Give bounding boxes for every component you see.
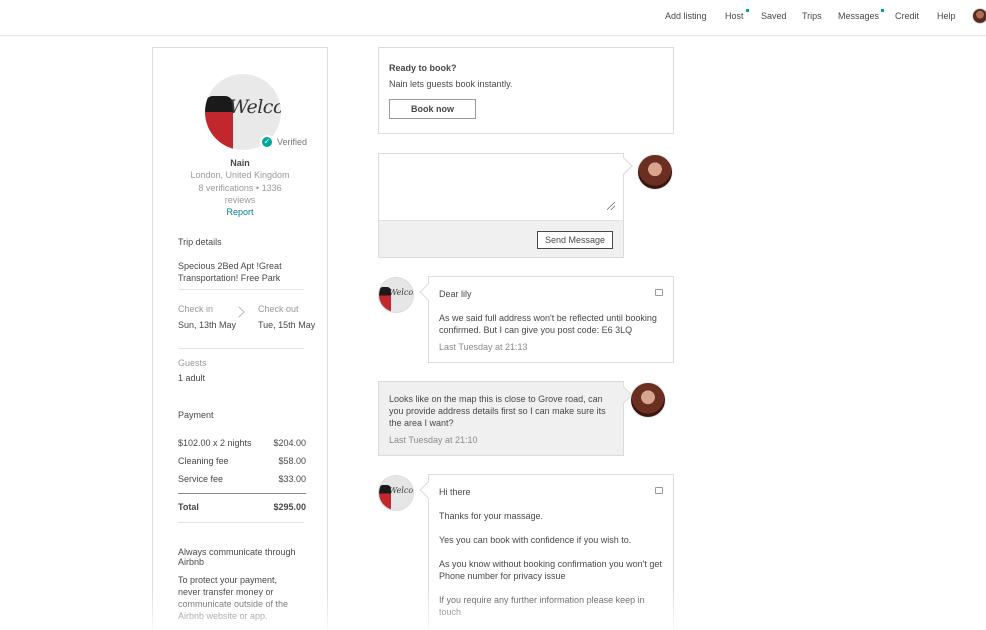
divider [178,289,304,290]
notification-dot [881,9,885,12]
message-bubble-host: Hi there Thanks for your massage. Yes yo… [428,474,674,630]
communicate-text: To protect your payment, never transfer … [178,575,289,621]
payment-row: $102.00 x 2 nights $204.00 [178,438,306,448]
nav-help[interactable]: Help [937,11,956,21]
ready-title: Ready to book? [389,63,457,73]
verified-label: Verified [277,137,308,147]
payment-row-amount: $204.00 [273,438,306,448]
message-body: Thanks for your massage. [439,511,544,521]
payment-row-amount: $33.00 [278,474,306,484]
divider [178,522,304,523]
check-out-label: Check out [258,304,299,314]
guests-label: Guests [178,358,207,368]
total-row: Total $295.00 [178,502,306,512]
message-body: As we said full address won't be reflect… [439,313,657,335]
host-avatar-small[interactable]: Welcom [378,277,414,313]
chevron-right-icon [233,306,245,318]
host-profile-card: Welcom ✓ Verified Nain London, United Ki… [152,47,328,630]
book-now-button[interactable]: Book now [389,99,476,119]
trip-details-heading: Trip details [178,237,222,247]
message-body: If you require any further information p… [439,595,645,617]
composer-footer: Send Message [379,220,623,257]
host-avatar-small[interactable]: Welcom [378,475,414,511]
user-avatar[interactable] [972,8,986,24]
top-navigation-bar: Add listing Host Saved Trips Messages Cr… [0,0,986,36]
message-bubble-host: Dear lily As we said full address won't … [428,276,674,363]
guest-avatar[interactable] [630,382,666,418]
nav-credit[interactable]: Credit [895,11,919,21]
nav-host[interactable]: Host [725,9,749,21]
listing-name[interactable]: Specious 2Bed Apt !Great Transportation!… [178,260,308,284]
guests-value: 1 adult [178,373,206,383]
host-name: Nain [230,158,250,168]
payment-row-label: Cleaning fee [178,456,229,466]
verified-check-icon: ✓ [260,135,274,149]
payment-row-label: $102.00 x 2 nights [178,438,252,448]
message-greeting: Dear lily [439,289,472,299]
send-message-button[interactable]: Send Message [537,231,613,249]
message-bubble-guest: Looks like on the map this is close to G… [378,381,624,456]
avatar-welcome-text: Welcom [389,486,414,495]
avatar-welcome-text: Welcom [389,288,414,297]
ready-to-book-card: Ready to book? Nain lets guests book ins… [378,47,674,134]
check-in-value: Sun, 13th May [178,320,237,330]
message-timestamp: Last Tuesday at 21:10 [389,435,478,445]
nav-add-listing[interactable]: Add listing [665,11,707,21]
nav-host-label: Host [725,11,744,21]
guest-avatar[interactable] [637,154,673,190]
message-body: Looks like on the map this is close to G… [389,394,606,428]
message-input[interactable] [379,154,623,220]
nav-trips[interactable]: Trips [802,11,822,21]
ready-subtitle: Nain lets guests book instantly. [389,79,513,89]
payment-row-amount: $58.00 [278,456,306,466]
total-label: Total [178,502,199,512]
divider [178,348,304,349]
total-amount: $295.00 [273,502,306,512]
payment-row: Service fee $33.00 [178,474,306,484]
check-out-value: Tue, 15th May [258,320,316,330]
payment-row: Cleaning fee $58.00 [178,456,306,466]
report-link[interactable]: Report [153,207,327,217]
message-timestamp: Last Tuesday at 21:13 [439,342,528,352]
nav-saved[interactable]: Saved [761,11,787,21]
host-verifications: 8 verifications • 1336 reviews [198,183,282,205]
payment-row-label: Service fee [178,474,224,484]
nav-messages-label: Messages [838,11,880,21]
total-divider [178,493,306,494]
message-body: Yes you can book with confidence if you … [439,535,632,545]
nav-messages[interactable]: Messages [838,9,885,21]
message-composer: Send Message [378,153,624,258]
payment-heading: Payment [178,410,214,420]
message-greeting: Hi there [439,487,471,497]
flag-icon[interactable] [655,289,663,296]
avatar-welcome-text: Welcom [229,96,281,118]
check-in-label: Check in [178,304,214,314]
host-location: London, United Kingdom [190,170,290,180]
message-body: As you know without booking confirmation… [439,559,662,581]
resize-handle-icon[interactable] [607,202,615,210]
notification-dot [745,9,749,12]
flag-icon[interactable] [655,487,663,494]
communicate-heading: Always communicate through Airbnb [178,547,296,567]
